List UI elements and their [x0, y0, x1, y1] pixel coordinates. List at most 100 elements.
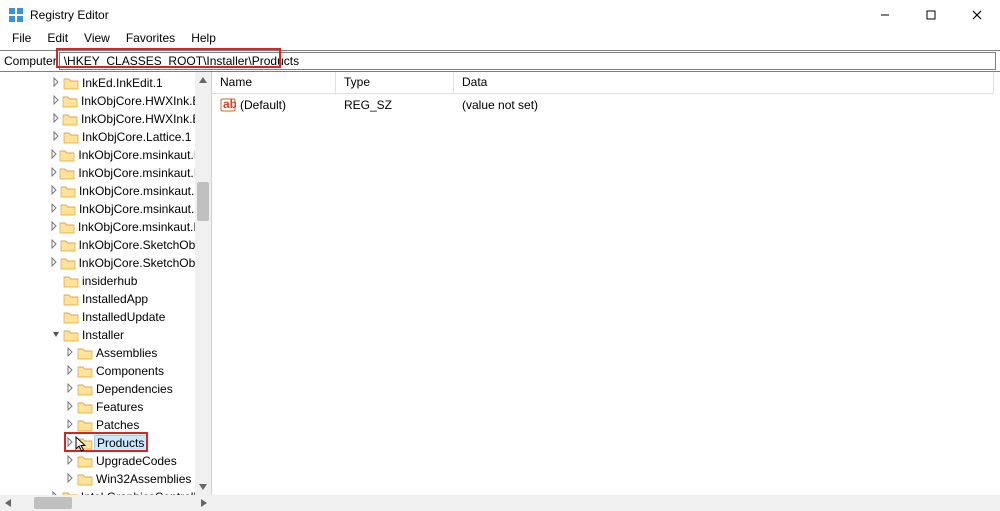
chevron-right-icon[interactable] — [63, 401, 77, 413]
chevron-right-icon[interactable] — [63, 365, 77, 377]
chevron-right-icon[interactable] — [49, 149, 59, 161]
chevron-right-icon[interactable] — [49, 77, 63, 89]
regedit-icon — [8, 7, 24, 23]
chevron-right-icon[interactable] — [49, 113, 62, 125]
chevron-right-icon[interactable] — [49, 203, 60, 215]
tree-node-label: InkObjCore.msinkaut.InkCollector — [78, 166, 211, 180]
column-header-name[interactable]: Name — [212, 72, 336, 94]
maximize-button[interactable] — [908, 0, 954, 30]
folder-icon — [63, 310, 79, 324]
chevron-right-icon[interactable] — [63, 383, 77, 395]
tree-node-label: insiderhub — [82, 274, 137, 288]
column-header-data[interactable]: Data — [454, 72, 994, 94]
tree-node-inkobjcore-msinkaut-inkdivider[interactable]: InkObjCore.msinkaut.InkDivider — [0, 182, 211, 200]
tree-node-installedapp[interactable]: InstalledApp — [0, 290, 211, 308]
hscroll-thumb[interactable] — [34, 497, 72, 509]
folder-icon — [63, 76, 79, 90]
cell-type: REG_SZ — [336, 98, 454, 112]
tree-node-label: Patches — [96, 418, 139, 432]
tree-node-installer[interactable]: Installer — [0, 326, 211, 344]
chevron-right-icon[interactable] — [63, 347, 77, 359]
tree-node-win32assemblies[interactable]: Win32Assemblies — [0, 470, 211, 488]
tree-node-label: InkObjCore.SketchObj.SketchInk — [79, 256, 211, 270]
folder-icon — [77, 472, 93, 486]
folder-icon — [77, 346, 93, 360]
minimize-button[interactable] — [862, 0, 908, 30]
tree-node-label: InkObjCore.HWXInk.E-Ink — [81, 94, 211, 108]
tree-node-inkobjcore-sketchobj-sketchink[interactable]: InkObjCore.SketchObj.SketchInk — [0, 236, 211, 254]
hscroll-right-icon[interactable] — [196, 495, 212, 511]
hscroll-track[interactable] — [16, 495, 196, 511]
tree-node-features[interactable]: Features — [0, 398, 211, 416]
tree-node-patches[interactable]: Patches — [0, 416, 211, 434]
tree-node-label: InkEd.InkEdit.1 — [82, 76, 163, 90]
chevron-right-icon[interactable] — [49, 221, 59, 233]
scroll-down-icon[interactable] — [195, 479, 211, 495]
folder-icon — [77, 382, 93, 396]
menu-favorites[interactable]: Favorites — [118, 30, 183, 50]
scroll-up-icon[interactable] — [195, 72, 211, 88]
tree-node-dependencies[interactable]: Dependencies — [0, 380, 211, 398]
tree-node-inkobjcore-msinkaut-inkcollector[interactable]: InkObjCore.msinkaut.InkCollector — [0, 164, 211, 182]
tree-node-label: Dependencies — [96, 382, 173, 396]
tree-node-inkobjcore-lattice-1[interactable]: InkObjCore.Lattice.1 — [0, 128, 211, 146]
window-title: Registry Editor — [30, 8, 109, 22]
tree-node-label: Win32Assemblies — [96, 472, 191, 486]
tree-node-label: Features — [96, 400, 143, 414]
chevron-right-icon[interactable] — [63, 473, 77, 485]
menu-view[interactable]: View — [76, 30, 118, 50]
folder-icon — [63, 130, 79, 144]
chevron-right-icon[interactable] — [49, 185, 60, 197]
chevron-right-icon[interactable] — [49, 239, 60, 251]
tree-node-label: InkObjCore.SketchObj.SketchInk — [79, 238, 211, 252]
tree-node-products[interactable]: Products — [0, 434, 211, 452]
content-area: InkEd.InkEdit.1 InkObjCore.HWXInk.E-Ink In… — [0, 72, 1000, 495]
menu-edit[interactable]: Edit — [39, 30, 76, 50]
tree-node-label: InkObjCore.HWXInk.E-Ink — [81, 112, 211, 126]
chevron-down-icon[interactable] — [49, 329, 63, 341]
tree-vertical-scrollbar[interactable] — [195, 72, 211, 495]
tree-horizontal-scrollbar[interactable] — [0, 495, 1000, 511]
tree-node-inkobjcore-msinkaut-inkcollector[interactable]: InkObjCore.msinkaut.InkCollector — [0, 146, 211, 164]
list-row[interactable]: (Default)REG_SZ(value not set) — [212, 94, 1000, 116]
close-button[interactable] — [954, 0, 1000, 30]
hscroll-left-icon[interactable] — [0, 495, 16, 511]
chevron-right-icon[interactable] — [49, 167, 59, 179]
column-header-type[interactable]: Type — [336, 72, 454, 94]
tree-node-label: Installer — [82, 328, 124, 342]
list-body: (Default)REG_SZ(value not set) — [212, 94, 1000, 495]
tree-node-label: InstalledApp — [82, 292, 148, 306]
tree-node-insiderhub[interactable]: insiderhub — [0, 272, 211, 290]
tree-node-components[interactable]: Components — [0, 362, 211, 380]
chevron-right-icon[interactable] — [49, 95, 62, 107]
tree-node-upgradecodes[interactable]: UpgradeCodes — [0, 452, 211, 470]
tree-node-inkobjcore-msinkaut-inkdivider[interactable]: InkObjCore.msinkaut.InkDivider — [0, 200, 211, 218]
tree-node-label: Products — [94, 435, 147, 451]
tree-node-inkobjcore-msinkaut-inkrecognizer[interactable]: InkObjCore.msinkaut.InkRecognizer — [0, 218, 211, 236]
scrollbar-thumb[interactable] — [197, 182, 209, 221]
menu-file[interactable]: File — [4, 30, 39, 50]
tree-node-assemblies[interactable]: Assemblies — [0, 344, 211, 362]
cell-name: (Default) — [212, 98, 336, 112]
tree-node-inkobjcore-sketchobj-sketchink[interactable]: InkObjCore.SketchObj.SketchInk — [0, 254, 211, 272]
address-bar: Computer \HKEY_CLASSES_ROOT\Installer\Pr… — [0, 50, 1000, 72]
tree-node-intel-graphicscontrolpanel[interactable]: Intel.GraphicsControlPanel — [0, 488, 211, 495]
list-header: NameTypeData — [212, 72, 1000, 94]
chevron-right-icon[interactable] — [63, 437, 77, 449]
folder-icon — [77, 364, 93, 378]
address-path-input[interactable]: \HKEY_CLASSES_ROOT\Installer\Products — [59, 52, 996, 70]
chevron-right-icon[interactable] — [49, 131, 63, 143]
tree-node-inked-inkedit-1[interactable]: InkEd.InkEdit.1 — [0, 74, 211, 92]
chevron-right-icon[interactable] — [63, 419, 77, 431]
tree-node-label: InkObjCore.msinkaut.InkRecognizer — [78, 220, 211, 234]
chevron-right-icon[interactable] — [63, 455, 77, 467]
folder-icon — [60, 238, 76, 252]
folder-icon — [62, 94, 78, 108]
tree-node-inkobjcore-hwxink-e-ink[interactable]: InkObjCore.HWXInk.E-Ink — [0, 110, 211, 128]
chevron-right-icon[interactable] — [49, 257, 60, 269]
folder-icon — [77, 436, 93, 450]
tree-node-inkobjcore-hwxink-e-ink[interactable]: InkObjCore.HWXInk.E-Ink — [0, 92, 211, 110]
scrollbar-track[interactable] — [195, 88, 211, 479]
tree-node-installedupdate[interactable]: InstalledUpdate — [0, 308, 211, 326]
menu-help[interactable]: Help — [183, 30, 224, 50]
